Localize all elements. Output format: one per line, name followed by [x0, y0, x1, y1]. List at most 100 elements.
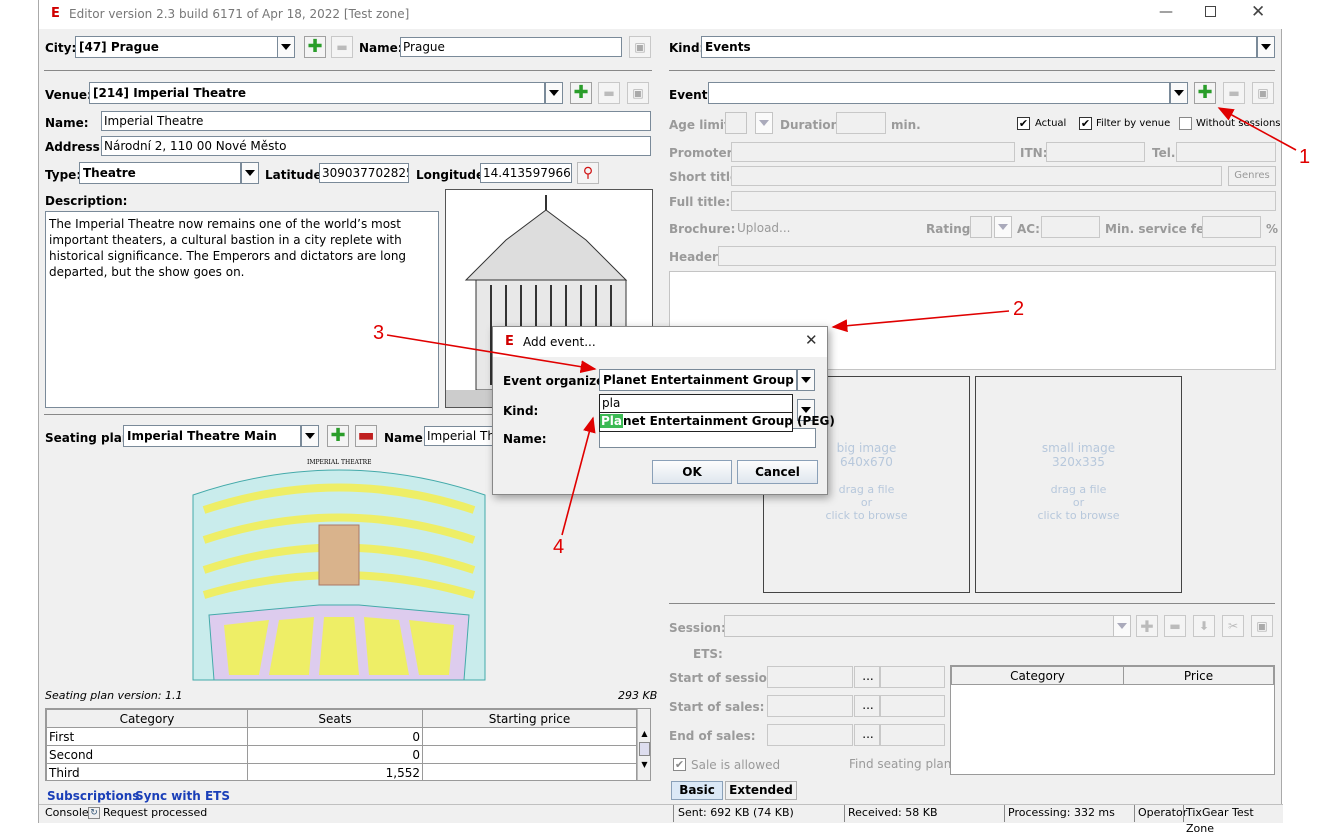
- type-combo[interactable]: Theatre: [79, 162, 241, 184]
- status-message: Request processed: [103, 806, 208, 819]
- add-seating-button[interactable]: ✚: [327, 425, 349, 447]
- upload-link[interactable]: Upload...: [737, 221, 791, 235]
- table-row[interactable]: First 0: [46, 727, 637, 746]
- start-sales-time[interactable]: [880, 695, 945, 717]
- session-tools-icon[interactable]: ✂: [1222, 615, 1244, 637]
- session-dropdown-icon[interactable]: [1113, 615, 1131, 637]
- app-logo-icon: E: [505, 334, 514, 349]
- genres-button[interactable]: Genres: [1228, 166, 1276, 186]
- city-dropdown-icon[interactable]: [277, 36, 295, 58]
- longitude-field[interactable]: 14.4135979666: [480, 163, 572, 183]
- maximize-icon[interactable]: [1205, 6, 1216, 17]
- address-field[interactable]: Národní 2, 110 00 Nové Město: [101, 136, 651, 156]
- header-field[interactable]: [718, 246, 1276, 266]
- without-sessions-checkbox[interactable]: [1179, 117, 1192, 130]
- venue-combo[interactable]: [214] Imperial Theatre: [89, 82, 545, 104]
- end-sales-date[interactable]: [767, 724, 853, 746]
- kind-dropdown-icon[interactable]: [1257, 36, 1275, 58]
- minimize-icon[interactable]: —: [1159, 4, 1173, 20]
- sale-allowed-checkbox[interactable]: ✔: [673, 758, 686, 771]
- event-dropdown-icon[interactable]: [1170, 82, 1188, 104]
- col-seats[interactable]: Seats: [247, 709, 423, 728]
- save-session-icon[interactable]: ▣: [1251, 615, 1273, 637]
- map-pin-icon[interactable]: ⚲: [577, 162, 599, 184]
- kind-combo[interactable]: Events: [701, 36, 1257, 58]
- end-sales-time[interactable]: [880, 724, 945, 746]
- tel-field[interactable]: [1176, 142, 1276, 162]
- short-title-field[interactable]: [731, 166, 1222, 186]
- table-scrollbar[interactable]: ▲ ▼: [637, 709, 650, 780]
- cancel-button[interactable]: Cancel: [737, 460, 818, 484]
- venue-dropdown-icon[interactable]: [545, 82, 563, 104]
- close-icon[interactable]: ✕: [1251, 2, 1265, 22]
- console-label[interactable]: Console: [45, 805, 89, 823]
- tab-basic[interactable]: Basic: [671, 781, 723, 800]
- organizer-dropdown-icon[interactable]: [797, 369, 815, 391]
- save-event-icon[interactable]: ▣: [1252, 82, 1274, 104]
- add-city-button[interactable]: ✚: [304, 36, 326, 58]
- city-name-field[interactable]: Prague: [400, 37, 622, 57]
- add-session-button[interactable]: ✚: [1136, 615, 1158, 637]
- ok-button[interactable]: OK: [652, 460, 732, 484]
- rating-combo[interactable]: [970, 216, 992, 238]
- start-session-picker[interactable]: ...: [854, 666, 880, 688]
- city-combo[interactable]: [47] Prague: [75, 36, 295, 58]
- scroll-up-icon[interactable]: ▲: [638, 729, 650, 738]
- duration-field[interactable]: [836, 112, 886, 134]
- venue-name-field[interactable]: Imperial Theatre: [101, 111, 651, 131]
- rating-dropdown-icon[interactable]: [994, 216, 1012, 238]
- remove-session-button[interactable]: ▬: [1164, 615, 1186, 637]
- start-session-time[interactable]: [880, 666, 945, 688]
- scroll-thumb[interactable]: [639, 742, 650, 756]
- end-sales-picker[interactable]: ...: [854, 724, 880, 746]
- service-fee-field[interactable]: [1202, 216, 1261, 238]
- actual-checkbox[interactable]: ✔: [1017, 117, 1030, 130]
- seating-plan-image[interactable]: IMPERIAL THEATRE: [189, 455, 489, 687]
- col-price[interactable]: Starting price: [422, 709, 637, 728]
- filter-venue-checkbox[interactable]: ✔: [1079, 117, 1092, 130]
- age-limit-combo[interactable]: [725, 112, 747, 134]
- remove-seating-button[interactable]: ▬: [355, 425, 377, 447]
- itn-field[interactable]: [1046, 142, 1145, 162]
- event-combo[interactable]: [708, 82, 1170, 104]
- dialog-close-icon[interactable]: ✕: [805, 331, 818, 349]
- find-seating-plan-link[interactable]: Find seating plan: [849, 757, 951, 771]
- table-row[interactable]: Third 1,552: [46, 763, 637, 780]
- save-city-icon[interactable]: ▣: [629, 36, 651, 58]
- add-event-button[interactable]: ✚: [1194, 82, 1216, 104]
- small-image-dropzone[interactable]: small image 320x335 drag a file or click…: [975, 376, 1182, 593]
- start-sales-date[interactable]: [767, 695, 853, 717]
- category-table[interactable]: Category Seats Starting price First 0 Sec…: [45, 708, 651, 781]
- autocomplete-suggestion[interactable]: Planet Entertainment Group (PEG): [600, 413, 835, 431]
- type-dropdown-icon[interactable]: [241, 162, 259, 184]
- session-down-icon[interactable]: ⬇: [1193, 615, 1215, 637]
- seating-plan-combo[interactable]: Imperial Theatre Main: [123, 425, 301, 447]
- scroll-down-icon[interactable]: ▼: [638, 760, 650, 769]
- remove-event-button[interactable]: ▬: [1223, 82, 1245, 104]
- save-venue-icon[interactable]: ▣: [627, 82, 649, 104]
- table-row[interactable]: Second 0: [46, 745, 637, 764]
- sync-ets-link[interactable]: Sync with ETS: [135, 789, 230, 803]
- promoter-field[interactable]: [731, 142, 1015, 162]
- session-col-category[interactable]: Category: [951, 666, 1124, 685]
- organizer-combo[interactable]: Planet Entertainment Group (PEG): [599, 369, 797, 391]
- start-sales-picker[interactable]: ...: [854, 695, 880, 717]
- description-text[interactable]: The Imperial Theatre now remains one of …: [45, 211, 439, 408]
- session-combo[interactable]: [724, 615, 1114, 637]
- session-category-table[interactable]: Category Price: [950, 665, 1275, 775]
- add-venue-button[interactable]: ✚: [570, 82, 592, 104]
- full-title-field[interactable]: [731, 191, 1276, 211]
- autocomplete-search-field[interactable]: pla: [600, 395, 792, 413]
- tab-extended[interactable]: Extended: [725, 781, 797, 800]
- latitude-field[interactable]: 3090377028258: [319, 163, 409, 183]
- age-dropdown-icon[interactable]: [755, 112, 773, 134]
- remove-venue-button[interactable]: ▬: [598, 82, 620, 104]
- seating-dropdown-icon[interactable]: [301, 425, 319, 447]
- start-session-date[interactable]: [767, 666, 853, 688]
- ac-field[interactable]: [1041, 216, 1100, 238]
- col-category[interactable]: Category: [46, 709, 248, 728]
- session-col-price[interactable]: Price: [1123, 666, 1274, 685]
- remove-city-button[interactable]: ▬: [331, 36, 353, 58]
- refresh-icon[interactable]: ↻: [88, 807, 100, 819]
- subscriptions-link[interactable]: Subscriptions: [47, 789, 139, 803]
